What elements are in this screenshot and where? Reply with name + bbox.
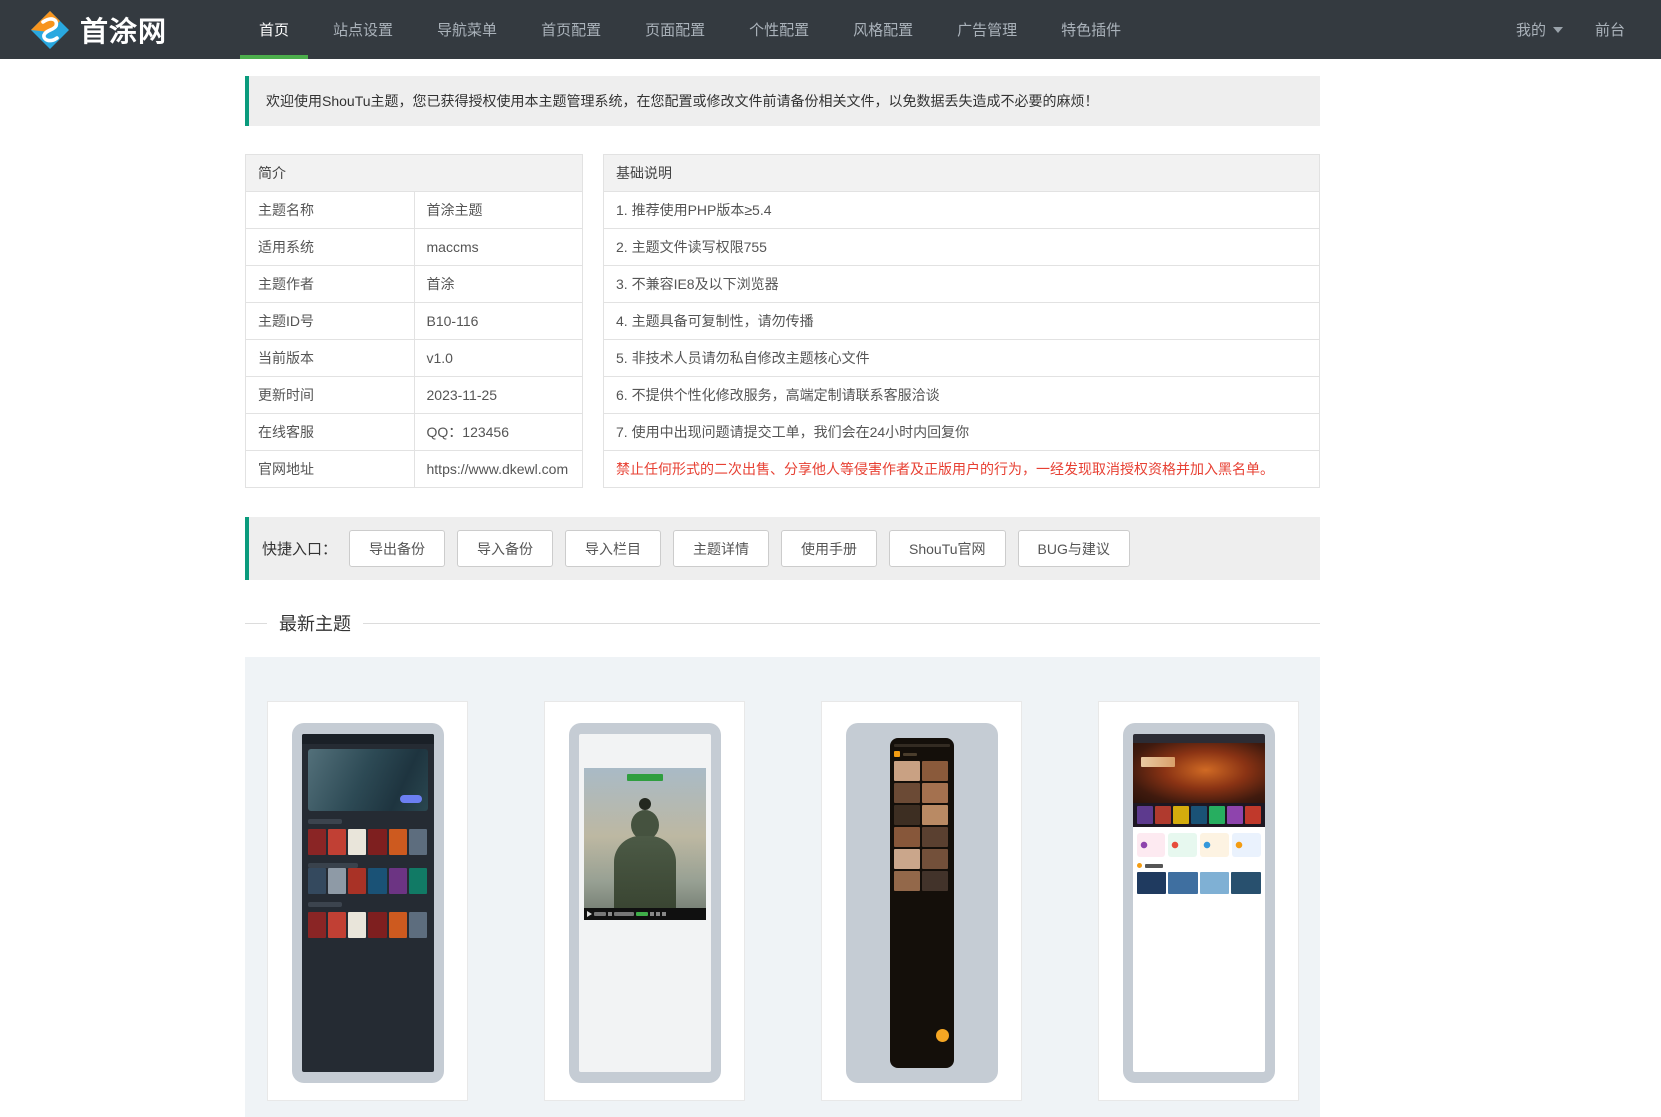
shoutu-logo-icon: [31, 10, 69, 49]
table-row: 主题名称 首涂主题: [245, 191, 583, 229]
quick-entry-label: 快捷入口：: [262, 541, 338, 558]
table-row: 更新时间 2023-11-25: [245, 376, 583, 414]
table-row: 主题ID号 B10-116: [245, 302, 583, 340]
notes-table-title: 基础说明: [603, 154, 1320, 192]
field-label: 官网地址: [245, 450, 415, 488]
nav-item-site-settings[interactable]: 站点设置: [311, 0, 415, 59]
note-text: 4. 主题具备可复制性，请勿传播: [603, 302, 1320, 340]
notes-table: 基础说明 1. 推荐使用PHP版本≥5.4 2. 主题文件读写权限755 3. …: [603, 154, 1320, 488]
theme-thumbnail-2: [568, 723, 721, 1083]
theme-screenshot-video-player: [578, 734, 711, 1072]
welcome-alert: 欢迎使用ShouTu主题，您已获得授权使用本主题管理系统，在您配置或修改文件前请…: [245, 76, 1320, 126]
brand-name: 首涂网: [80, 15, 168, 47]
table-row: 主题作者 首涂: [245, 265, 583, 303]
theme-card-4[interactable]: [1098, 701, 1299, 1101]
nav-item-my-dropdown[interactable]: 我的: [1500, 0, 1579, 59]
table-row: 4. 主题具备可复制性，请勿传播: [603, 302, 1320, 340]
field-label: 更新时间: [245, 376, 415, 414]
shoutu-site-button[interactable]: ShouTu官网: [889, 530, 1006, 567]
export-backup-button[interactable]: 导出备份: [349, 530, 446, 567]
import-columns-button[interactable]: 导入栏目: [565, 530, 662, 567]
table-row: 官网地址 https://www.dkewl.com: [245, 450, 583, 488]
theme-card-3[interactable]: [821, 701, 1022, 1101]
field-value: 2023-11-25: [413, 376, 583, 414]
main-content: 欢迎使用ShouTu主题，您已获得授权使用本主题管理系统，在您配置或修改文件前请…: [245, 76, 1320, 1117]
caret-down-icon: [1552, 26, 1563, 33]
table-row: 当前版本 v1.0: [245, 339, 583, 377]
nav-item-page-config[interactable]: 页面配置: [623, 0, 727, 59]
my-label: 我的: [1515, 22, 1546, 39]
table-row: 3. 不兼容IE8及以下浏览器: [603, 265, 1320, 303]
intro-table-title: 简介: [245, 154, 583, 192]
bug-suggestion-button[interactable]: BUG与建议: [1017, 530, 1130, 567]
note-text: 2. 主题文件读写权限755: [603, 228, 1320, 266]
table-row: 7. 使用中出现问题请提交工单，我们会在24小时内回复你: [603, 413, 1320, 451]
latest-themes-section: [245, 657, 1320, 1117]
note-text: 7. 使用中出现问题请提交工单，我们会在24小时内回复你: [603, 413, 1320, 451]
field-value: v1.0: [413, 339, 583, 377]
note-text: 5. 非技术人员请勿私自修改主题核心文件: [603, 339, 1320, 377]
theme-card-1[interactable]: [267, 701, 468, 1101]
quick-entry-bar: 快捷入口： 导出备份 导入备份 导入栏目 主题详情 使用手册 ShouTu官网 …: [245, 517, 1320, 580]
nav-item-nav-menu[interactable]: 导航菜单: [415, 0, 519, 59]
warning-note-text: 禁止任何形式的二次出售、分享他人等侵害作者及正版用户的行为，一经发现取消授权资格…: [603, 450, 1320, 488]
table-row: 6. 不提供个性化修改服务，高端定制请联系客服洽谈: [603, 376, 1320, 414]
table-row: 适用系统 maccms: [245, 228, 583, 266]
field-value: 首涂主题: [413, 191, 583, 229]
table-header-row: 简介: [245, 154, 583, 192]
user-manual-button[interactable]: 使用手册: [781, 530, 878, 567]
table-row: 5. 非技术人员请勿私自修改主题核心文件: [603, 339, 1320, 377]
intro-table: 简介 主题名称 首涂主题 适用系统 maccms 主题作者 首涂 主题ID号 B…: [245, 154, 583, 488]
nav-item-style-config[interactable]: 风格配置: [831, 0, 935, 59]
table-row: 在线客服 QQ：123456: [245, 413, 583, 451]
field-value: QQ：123456: [413, 413, 583, 451]
import-backup-button[interactable]: 导入备份: [457, 530, 554, 567]
theme-screenshot-dark-tablet: [301, 734, 434, 1072]
nav-item-featured-plugins[interactable]: 特色插件: [1039, 0, 1143, 59]
field-label: 在线客服: [245, 413, 415, 451]
brand[interactable]: 首涂网: [30, 0, 167, 59]
nav-item-personal-config[interactable]: 个性配置: [727, 0, 831, 59]
welcome-alert-text: 欢迎使用ShouTu主题，您已获得授权使用本主题管理系统，在您配置或修改文件前请…: [266, 93, 1099, 109]
nav-item-home[interactable]: 首页: [237, 0, 311, 59]
field-label: 主题作者: [245, 265, 415, 303]
theme-details-button[interactable]: 主题详情: [673, 530, 770, 567]
navbar-right: 我的 前台: [1500, 0, 1661, 59]
official-site-url: https://www.dkewl.com: [413, 450, 583, 488]
theme-screenshot-desktop-movie: [1132, 734, 1265, 1072]
info-tables-row: 简介 主题名称 首涂主题 适用系统 maccms 主题作者 首涂 主题ID号 B…: [245, 154, 1320, 488]
nav-item-frontend[interactable]: 前台: [1579, 0, 1641, 59]
top-navbar: 首涂网 首页 站点设置 导航菜单 首页配置 页面配置 个性配置 风格配置 广告管…: [0, 0, 1661, 59]
note-text: 1. 推荐使用PHP版本≥5.4: [603, 191, 1320, 229]
nav-item-ad-management[interactable]: 广告管理: [935, 0, 1039, 59]
field-label: 适用系统: [245, 228, 415, 266]
table-row: 2. 主题文件读写权限755: [603, 228, 1320, 266]
table-row: 1. 推荐使用PHP版本≥5.4: [603, 191, 1320, 229]
field-label: 主题名称: [245, 191, 415, 229]
field-label: 当前版本: [245, 339, 415, 377]
main-nav: 首页 站点设置 导航菜单 首页配置 页面配置 个性配置 风格配置 广告管理 特色…: [237, 0, 1143, 59]
theme-card-2[interactable]: [544, 701, 745, 1101]
field-value: maccms: [413, 228, 583, 266]
nav-item-home-config[interactable]: 首页配置: [519, 0, 623, 59]
note-text: 6. 不提供个性化修改服务，高端定制请联系客服洽谈: [603, 376, 1320, 414]
field-label: 主题ID号: [245, 302, 415, 340]
theme-thumbnail-3: [845, 723, 998, 1083]
note-text: 3. 不兼容IE8及以下浏览器: [603, 265, 1320, 303]
latest-themes-title-text: 最新主题: [279, 614, 351, 634]
field-value: B10-116: [413, 302, 583, 340]
theme-screenshot-mobile-app: [856, 734, 988, 1072]
theme-thumbnail-1: [291, 723, 444, 1083]
theme-thumbnail-4: [1122, 723, 1275, 1083]
table-header-row: 基础说明: [603, 154, 1320, 192]
latest-themes-title: 最新主题: [245, 612, 1320, 634]
table-row: 禁止任何形式的二次出售、分享他人等侵害作者及正版用户的行为，一经发现取消授权资格…: [603, 450, 1320, 488]
field-value: 首涂: [413, 265, 583, 303]
